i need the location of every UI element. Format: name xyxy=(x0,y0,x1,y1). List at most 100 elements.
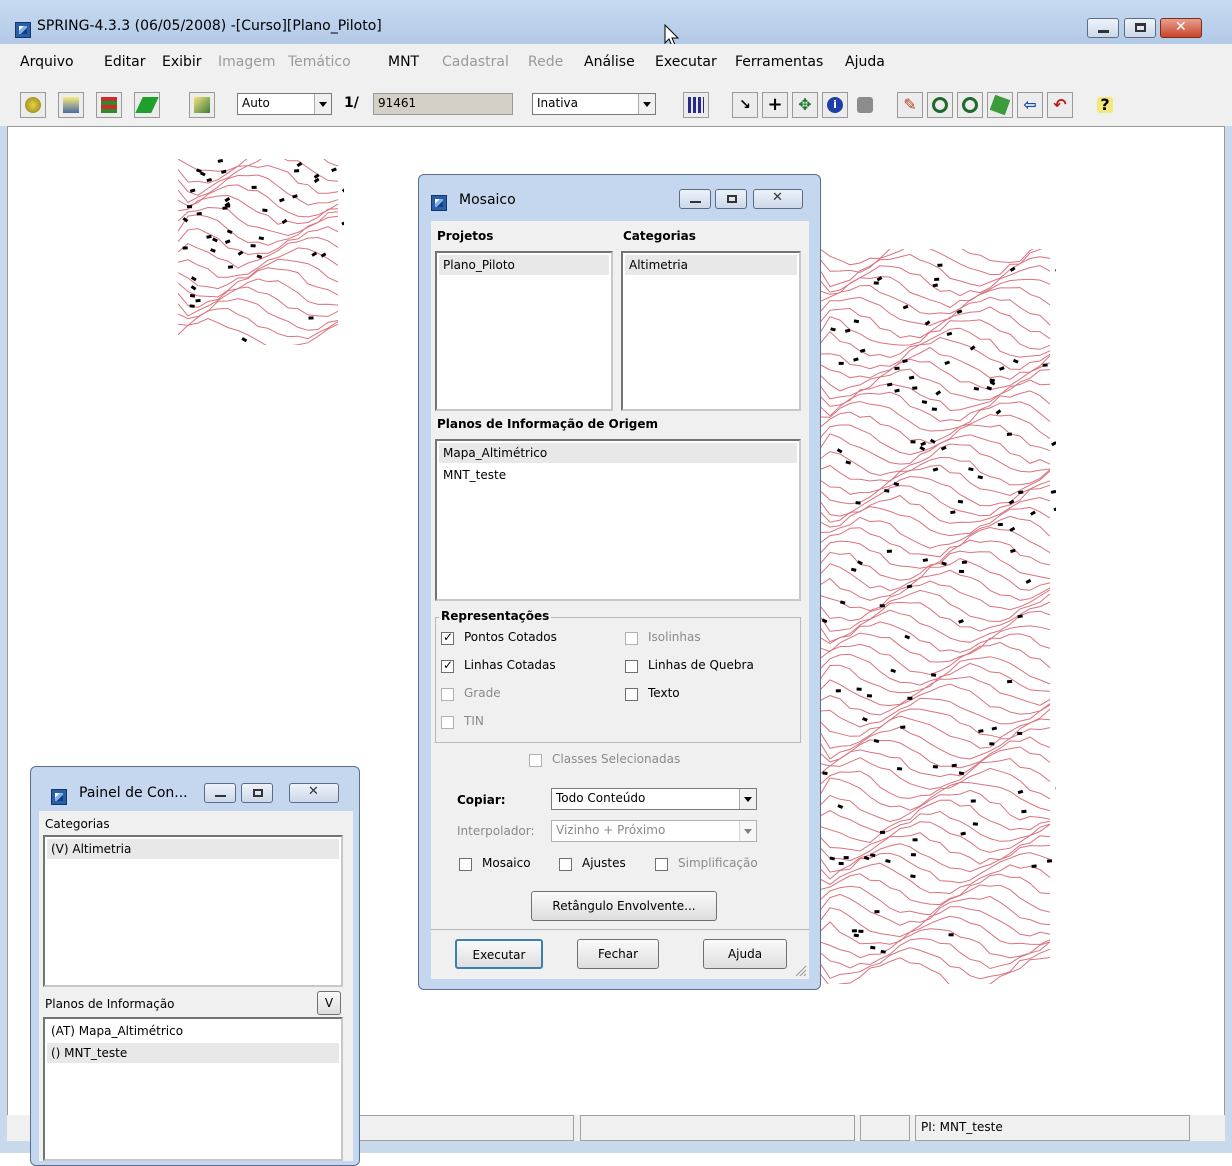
spot-height-marker xyxy=(897,767,902,771)
cursor-mode-select[interactable]: Inativa xyxy=(532,93,656,115)
title-bar[interactable]: SPRING-4.3.3 (06/05/2008) -[Curso][Plano… xyxy=(0,0,1232,44)
painel-plano-item[interactable]: () MNT_teste xyxy=(47,1043,339,1063)
ajustes-checkbox[interactable] xyxy=(559,858,572,871)
pan-button[interactable]: ✥ xyxy=(792,92,818,118)
zoom-in-button[interactable]: ↘ xyxy=(732,92,758,118)
mosaico-maximize-button[interactable] xyxy=(715,189,747,209)
palette-button[interactable] xyxy=(683,92,709,118)
zoom-out-button[interactable] xyxy=(957,92,983,118)
menu-ferramentas[interactable]: Ferramentas xyxy=(735,54,823,70)
contour-line xyxy=(178,159,338,183)
classes-selecionadas-checkbox[interactable] xyxy=(529,754,542,767)
projeto-item[interactable]: Plano_Piloto xyxy=(439,255,609,275)
painel-categorias-list[interactable]: (V) Altimetria xyxy=(43,835,343,987)
painel-minimize-button[interactable] xyxy=(204,783,236,803)
menu-executar[interactable]: Executar xyxy=(655,54,717,70)
texto-checkbox[interactable] xyxy=(625,688,638,701)
categorias-list[interactable]: Altimetria xyxy=(621,251,801,411)
contour-line xyxy=(820,307,1050,339)
menu-cadastral[interactable]: Cadastral xyxy=(442,54,509,70)
plane-button[interactable] xyxy=(134,92,160,118)
fechar-button[interactable]: Fechar xyxy=(577,939,659,969)
interpolador-select[interactable]: Vizinho + Próximo xyxy=(551,820,757,842)
copiar-select[interactable]: Todo Conteúdo xyxy=(551,788,757,810)
pontos-cotados-checkbox[interactable] xyxy=(441,632,454,645)
contour-map-tile-left xyxy=(178,159,344,345)
mosaico-minimize-button[interactable] xyxy=(679,189,711,209)
mosaico-close-button[interactable]: ✕ xyxy=(753,189,803,209)
contour-line xyxy=(820,833,1050,865)
zoom-button[interactable] xyxy=(927,92,953,118)
menu-mnt[interactable]: MNT xyxy=(388,54,419,70)
cursor-button[interactable]: + xyxy=(762,92,788,118)
back-button[interactable]: ⇦ xyxy=(1017,92,1043,118)
spot-height-marker xyxy=(1051,441,1056,446)
maximize-button[interactable] xyxy=(1124,18,1156,38)
mosaico-checkbox[interactable] xyxy=(459,858,472,871)
retangulo-envolvente-button[interactable]: Retângulo Envolvente... xyxy=(531,891,717,921)
grade-checkbox[interactable] xyxy=(441,688,454,701)
spot-height-marker xyxy=(210,248,216,253)
painel-planos-toggle-button[interactable]: V xyxy=(317,991,341,1015)
spot-height-marker xyxy=(196,168,202,173)
tin-checkbox[interactable] xyxy=(441,716,454,729)
mosaico-body: Projetos Categorias Plano_Piloto Altimet… xyxy=(431,221,809,979)
menu-exibir[interactable]: Exibir xyxy=(162,54,202,70)
scale-mode-select[interactable]: Auto xyxy=(237,93,332,115)
linhas-cotadas-checkbox[interactable] xyxy=(441,660,454,673)
ajuda-button[interactable]: Ajuda xyxy=(703,939,787,969)
menu-imagem[interactable]: Imagem xyxy=(218,54,275,70)
planos-origem-list[interactable]: Mapa_Altimétrico MNT_teste xyxy=(435,439,801,601)
spot-height-marker xyxy=(829,856,835,860)
painel-plano-item[interactable]: (AT) Mapa_Altimétrico xyxy=(47,1021,339,1041)
plus-icon: + xyxy=(767,97,783,113)
executar-button[interactable]: Executar xyxy=(455,939,543,969)
info-button[interactable]: i xyxy=(822,92,848,118)
spot-height-marker xyxy=(837,804,843,809)
database-button[interactable] xyxy=(20,92,46,118)
plano-item[interactable]: Mapa_Altimétrico xyxy=(439,443,797,463)
menu-editar[interactable]: Editar xyxy=(104,54,145,70)
spot-height-marker xyxy=(1021,810,1026,814)
project-button[interactable] xyxy=(58,92,84,118)
spot-height-marker xyxy=(839,862,844,865)
help-button[interactable]: ? xyxy=(1092,92,1118,118)
spot-height-marker xyxy=(342,187,344,192)
spot-height-marker xyxy=(874,739,880,743)
scale-value-field[interactable]: 91461 xyxy=(373,93,513,115)
minimize-button[interactable] xyxy=(1087,18,1119,38)
categoria-item[interactable]: Altimetria xyxy=(625,255,797,275)
contour-line xyxy=(820,948,1050,979)
painel-maximize-button[interactable] xyxy=(241,783,273,803)
layers-button[interactable] xyxy=(96,92,122,118)
select-button[interactable] xyxy=(852,92,878,118)
spot-height-marker xyxy=(894,482,900,486)
display-button[interactable] xyxy=(189,92,215,118)
contour-line xyxy=(820,812,1050,843)
spot-height-marker xyxy=(1053,507,1056,511)
display-icon xyxy=(194,97,210,113)
resize-grip-icon[interactable] xyxy=(793,963,807,977)
edit-button[interactable]: ✎ xyxy=(897,92,923,118)
menu-rede[interactable]: Rede xyxy=(528,54,563,70)
close-button[interactable]: ✕ xyxy=(1160,18,1202,38)
painel-close-button[interactable]: ✕ xyxy=(289,783,339,803)
spot-height-marker xyxy=(227,229,233,234)
spot-height-marker xyxy=(989,742,994,745)
projetos-list[interactable]: Plano_Piloto xyxy=(435,251,613,411)
spot-height-marker xyxy=(978,729,983,733)
menu-analise[interactable]: Análise xyxy=(584,54,635,70)
undo-button[interactable]: ↶ xyxy=(1047,92,1073,118)
isolinhas-checkbox[interactable] xyxy=(625,632,638,645)
zoom-area-button[interactable] xyxy=(987,92,1013,118)
menu-ajuda[interactable]: Ajuda xyxy=(845,54,885,70)
menu-arquivo[interactable]: Arquivo xyxy=(20,54,74,70)
spot-height-marker xyxy=(887,383,892,387)
painel-categoria-item[interactable]: (V) Altimetria xyxy=(47,839,339,859)
plano-item[interactable]: MNT_teste xyxy=(439,465,797,485)
spot-height-marker xyxy=(933,765,938,768)
painel-planos-list[interactable]: (AT) Mapa_Altimétrico () MNT_teste xyxy=(43,1017,343,1161)
simplificacao-checkbox[interactable] xyxy=(655,858,668,871)
linhas-quebra-checkbox[interactable] xyxy=(625,660,638,673)
menu-tematico[interactable]: Temático xyxy=(288,54,351,70)
